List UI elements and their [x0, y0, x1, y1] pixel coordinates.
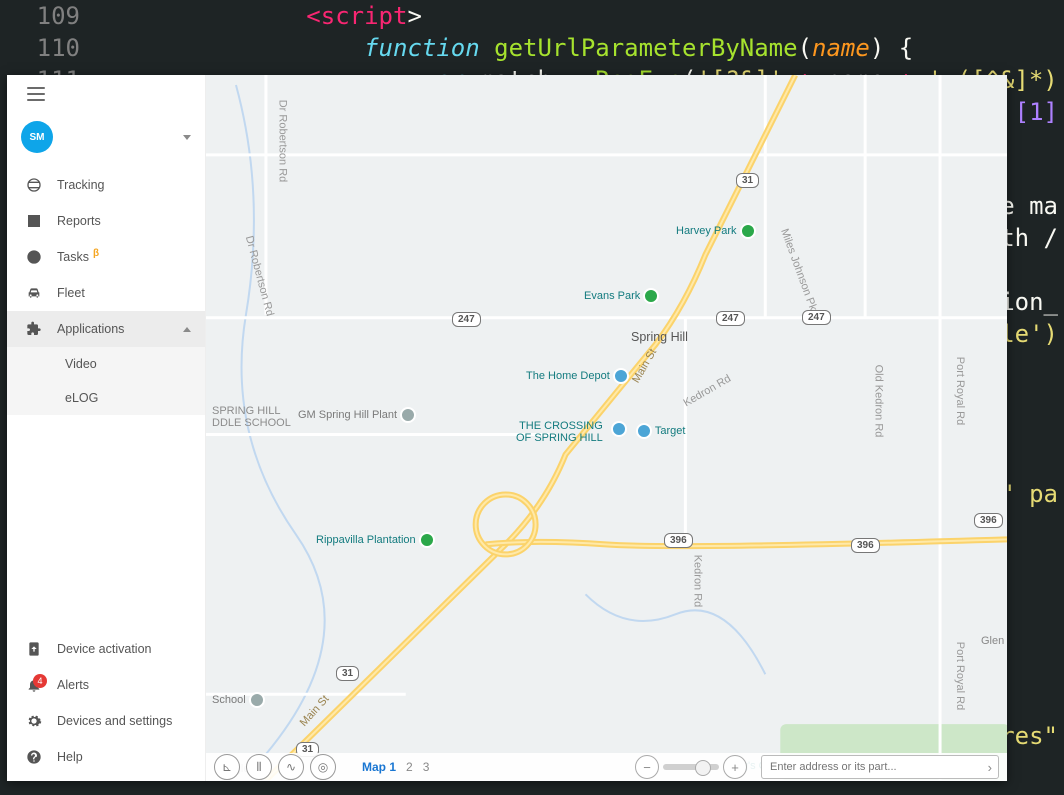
route-shield-247: 247 [452, 312, 481, 327]
sidebar-item-label: Fleet [47, 286, 191, 300]
city-label: Spring Hill [631, 330, 688, 344]
account-switcher[interactable]: SM [7, 105, 205, 167]
poi-evans-park: Evans Park [584, 288, 659, 304]
sidebar-item-applications[interactable]: Applications [7, 311, 205, 347]
map-canvas [206, 75, 1007, 780]
map-tab-2[interactable]: 2 [406, 760, 413, 774]
gutter-110: 110 [0, 32, 104, 64]
zoom-slider[interactable] [663, 764, 719, 770]
poi-harvey-park: Harvey Park [676, 223, 756, 239]
map-tab-3[interactable]: 3 [423, 760, 430, 774]
car-icon [21, 285, 47, 301]
zoom-in-button[interactable]: + [723, 755, 747, 779]
search-go-icon[interactable]: › [988, 760, 992, 775]
chevron-up-icon [183, 327, 191, 332]
zoom-out-button[interactable]: − [635, 755, 659, 779]
sidebar-subitem-elog[interactable]: eLOG [7, 381, 205, 415]
sidebar-item-help[interactable]: Help [7, 739, 205, 775]
poi-school-left: School [212, 692, 265, 708]
map-toolbar: ⊾ ⦀ ∿ ◎ Map 1 2 3 − + › [206, 753, 1007, 781]
chevron-down-icon [183, 135, 191, 140]
sidebar-subitem-video[interactable]: Video [7, 347, 205, 381]
nav-bottom: Device activation 4 Alerts Devices and s… [7, 631, 205, 781]
route-shield-247: 247 [716, 311, 745, 326]
road-label-old-kedron: Old Kedron Rd [872, 365, 884, 438]
traffic-light-tool-button[interactable]: ⦀ [246, 754, 272, 780]
puzzle-icon [21, 321, 47, 337]
route-tool-button[interactable]: ∿ [278, 754, 304, 780]
avatar: SM [21, 121, 53, 153]
school-pin-icon [249, 692, 265, 708]
sidebar-item-reports[interactable]: Reports [7, 203, 205, 239]
zoom-controls: − + [635, 755, 747, 779]
road-label-robertson: Dr Robertson Rd [276, 100, 288, 183]
address-search-input[interactable] [768, 760, 988, 774]
sidebar-item-device-activation[interactable]: Device activation [7, 631, 205, 667]
shop-pin-icon [636, 423, 652, 439]
sidebar-item-label: Devices and settings [47, 714, 191, 728]
pin-tool-button[interactable]: ◎ [310, 754, 336, 780]
route-shield-396: 396 [664, 533, 693, 548]
nav-main: Tracking Reports Tasksβ Fleet Applicatio… [7, 167, 205, 415]
shop-pin-icon [611, 421, 627, 437]
sidebar-item-tasks[interactable]: Tasksβ [7, 239, 205, 275]
label-glen: Glen [981, 635, 1004, 647]
device-add-icon [21, 641, 47, 657]
route-shield-247: 247 [802, 310, 831, 325]
poi-gm-plant: GM Spring Hill Plant [298, 407, 416, 423]
sidebar-item-devices-settings[interactable]: Devices and settings [7, 703, 205, 739]
sidebar-item-label: Alerts [47, 678, 191, 692]
route-shield-396: 396 [851, 538, 880, 553]
sidebar-item-fleet[interactable]: Fleet [7, 275, 205, 311]
poi-home-depot: The Home Depot [526, 368, 629, 384]
sidebar-item-label: Tasksβ [47, 250, 191, 264]
poi-rippavilla: Rippavilla Plantation [316, 532, 435, 548]
sidebar-item-tracking[interactable]: Tracking [7, 167, 205, 203]
map-tabs: Map 1 2 3 [362, 760, 429, 774]
factory-pin-icon [400, 407, 416, 423]
gear-icon [21, 713, 47, 729]
route-shield-31: 31 [336, 666, 359, 681]
address-search[interactable]: › [761, 755, 999, 779]
viewport: 109 <script> 110 function getUrlParamete… [0, 0, 1064, 795]
shop-pin-icon [613, 368, 629, 384]
road-label-port-royal: Port Royal Rd [954, 357, 966, 425]
ruler-tool-button[interactable]: ⊾ [214, 754, 240, 780]
poi-middle-school: SPRING HILL DDLE SCHOOL [212, 405, 291, 429]
alert-count-badge: 4 [33, 674, 47, 688]
help-icon [21, 749, 47, 765]
park-pin-icon [643, 288, 659, 304]
sidebar-item-label: Applications [47, 322, 183, 336]
road-label-kedron-2: Kedron Rd [691, 555, 703, 608]
map-tab-1[interactable]: Map 1 [362, 760, 396, 774]
map-area[interactable]: Spring Hill Harvey Park Evans Park The H… [206, 75, 1007, 781]
app-window: SM Tracking Reports Tasksβ [7, 75, 1007, 781]
sidebar-item-label: Tracking [47, 178, 191, 192]
park-pin-icon [740, 223, 756, 239]
beta-badge: β [93, 248, 99, 259]
sidebar-item-label: Device activation [47, 642, 191, 656]
sidebar-item-label: Help [47, 750, 191, 764]
route-shield-396: 396 [974, 513, 1003, 528]
poi-crossing: THE CROSSING OF SPRING HILL [516, 420, 603, 444]
sidebar: SM Tracking Reports Tasksβ [7, 75, 206, 781]
globe-icon [21, 177, 47, 193]
road-label-port-royal-2: Port Royal Rd [954, 642, 966, 710]
park-pin-icon [419, 532, 435, 548]
bar-chart-icon [21, 213, 47, 229]
sidebar-item-label: Reports [47, 214, 191, 228]
route-shield-31: 31 [736, 173, 759, 188]
zoom-slider-knob[interactable] [695, 760, 711, 776]
hamburger-icon[interactable] [27, 87, 45, 101]
sidebar-item-alerts[interactable]: 4 Alerts [7, 667, 205, 703]
clock-icon [21, 249, 47, 265]
gutter-109: 109 [0, 0, 104, 32]
poi-target: Target [636, 423, 685, 439]
